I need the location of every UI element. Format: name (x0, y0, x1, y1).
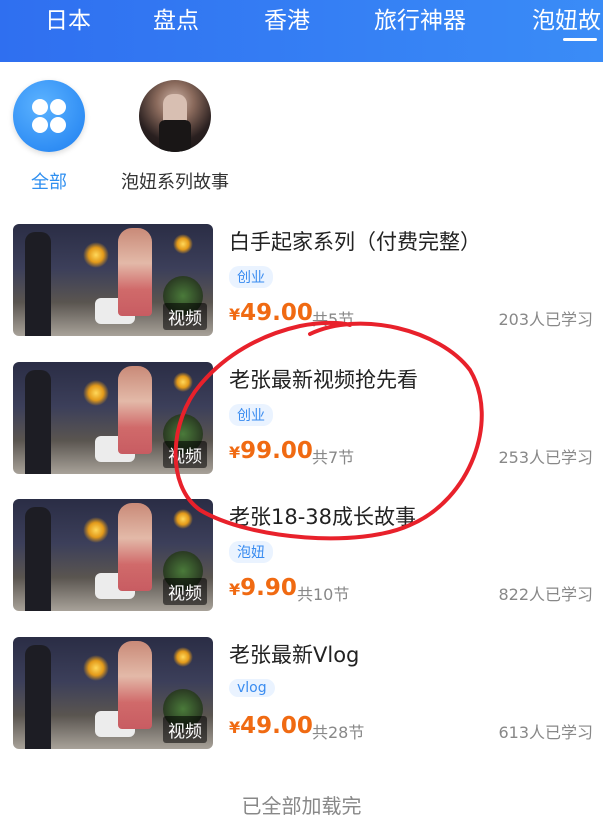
four-petal-icon (13, 80, 85, 152)
video-badge: 视频 (163, 578, 207, 605)
category-label: 全部 (31, 172, 67, 193)
learner-count: 203人已学习 (498, 310, 593, 329)
course-tag: vlog (229, 679, 275, 697)
tab-japan[interactable]: 日本 (45, 6, 91, 36)
video-thumbnail: 视频 (13, 637, 213, 749)
course-item[interactable]: 视频 老张最新视频抢先看 创业 ¥99.00 共7节 253人已学习 (13, 362, 593, 474)
tab-dating-stories[interactable]: 泡妞故 (532, 6, 601, 36)
course-item[interactable]: 视频 老张最新Vlog vlog ¥49.00 共28节 613人已学习 (13, 637, 593, 749)
avatar (139, 80, 211, 152)
category-label: 泡妞系列故事 (121, 172, 229, 193)
tab-inventory[interactable]: 盘点 (153, 6, 199, 36)
course-title: 白手起家系列（付费完整） (229, 230, 481, 254)
course-price: ¥99.00 (229, 438, 313, 464)
course-item[interactable]: 视频 老张18-38成长故事 泡妞 ¥9.90 共10节 822人已学习 (13, 499, 593, 611)
course-item[interactable]: 视频 白手起家系列（付费完整） 创业 ¥49.00 共5节 203人已学习 (13, 224, 593, 336)
course-price: ¥49.00 (229, 300, 313, 326)
lesson-count: 共7节 (312, 448, 355, 467)
video-badge: 视频 (163, 441, 207, 468)
video-thumbnail: 视频 (13, 224, 213, 336)
course-title: 老张18-38成长故事 (229, 505, 417, 529)
video-badge: 视频 (163, 303, 207, 330)
lesson-count: 共10节 (297, 585, 350, 604)
video-thumbnail: 视频 (13, 362, 213, 474)
category-tab-bar: 日本 盘点 香港 旅行神器 泡妞故 (0, 0, 603, 62)
learner-count: 613人已学习 (498, 723, 593, 742)
course-title: 老张最新视频抢先看 (229, 368, 418, 392)
lesson-count: 共28节 (312, 723, 365, 742)
active-tab-indicator (563, 38, 597, 41)
category-all[interactable]: 全部 (0, 80, 109, 194)
video-thumbnail: 视频 (13, 499, 213, 611)
course-tag: 泡妞 (229, 541, 273, 563)
course-price: ¥49.00 (229, 713, 313, 739)
video-badge: 视频 (163, 716, 207, 743)
all-loaded-text: 已全部加载完 (241, 794, 362, 818)
tab-hongkong[interactable]: 香港 (264, 6, 310, 36)
course-title: 老张最新Vlog (229, 643, 360, 667)
lesson-count: 共5节 (312, 310, 355, 329)
tab-travel-gadgets[interactable]: 旅行神器 (374, 6, 466, 36)
course-price: ¥9.90 (229, 575, 297, 601)
course-tag: 创业 (229, 404, 273, 426)
course-tag: 创业 (229, 266, 273, 288)
category-dating-stories[interactable]: 泡妞系列故事 (115, 80, 235, 194)
learner-count: 822人已学习 (498, 585, 593, 604)
learner-count: 253人已学习 (498, 448, 593, 467)
